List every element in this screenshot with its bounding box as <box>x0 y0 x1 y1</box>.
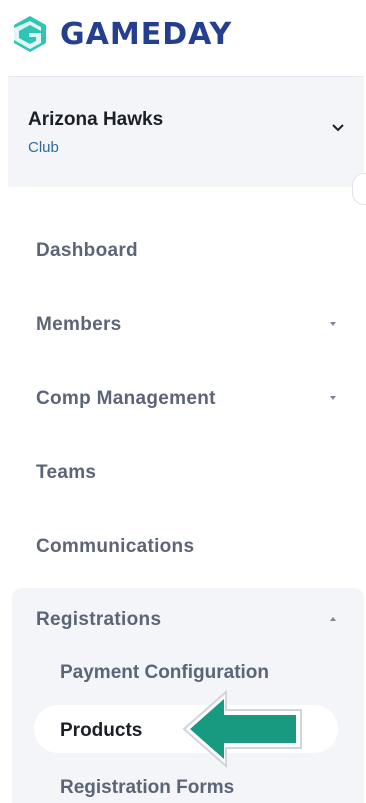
org-info: Arizona Hawks Club <box>28 77 328 187</box>
brand-name[interactable]: GAMEDAY <box>60 16 232 54</box>
nav-subitem-products[interactable]: Products <box>60 720 142 742</box>
org-selector[interactable]: Arizona Hawks Club <box>8 76 366 205</box>
gameday-logo-icon <box>14 16 46 52</box>
nav-item-members[interactable]: Members <box>36 314 122 336</box>
app-header: GAMEDAY <box>0 0 366 76</box>
nav-item-communications[interactable]: Communications <box>36 536 194 558</box>
comp-management-caret-down-icon[interactable] <box>330 396 336 400</box>
members-caret-down-icon[interactable] <box>330 322 336 326</box>
nav-subitem-payment-configuration[interactable]: Payment Configuration <box>60 662 269 684</box>
nav-subitem-registration-forms[interactable]: Registration Forms <box>60 777 234 799</box>
org-name: Arizona Hawks <box>28 109 164 130</box>
org-type: Club <box>28 139 59 156</box>
nav-item-comp-management[interactable]: Comp Management <box>36 388 216 410</box>
nav-item-teams[interactable]: Teams <box>36 462 96 484</box>
registrations-caret-up-icon[interactable] <box>330 617 336 621</box>
chevron-down-icon[interactable] <box>330 120 346 136</box>
nav-item-registrations[interactable]: Registrations <box>36 609 161 631</box>
annotation-arrow-icon <box>182 689 302 769</box>
sidebar-collapse-handle[interactable] <box>352 173 366 205</box>
nav-item-dashboard[interactable]: Dashboard <box>36 240 138 262</box>
